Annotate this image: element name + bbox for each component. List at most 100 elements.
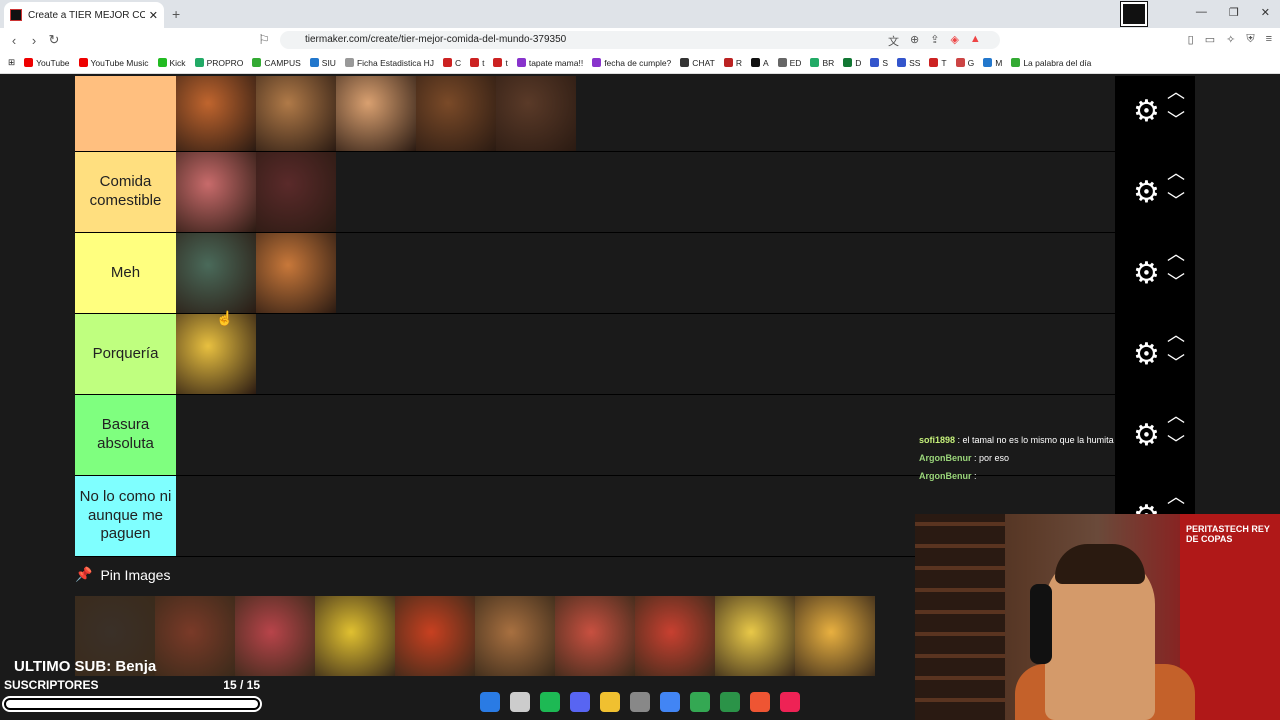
bookmark-item[interactable]: YouTube	[24, 58, 70, 68]
food-image[interactable]	[496, 76, 576, 151]
menu-icon[interactable]: ≡	[1266, 33, 1272, 46]
active-tab[interactable]: Create a TIER MEJOR COMIDA DEL... ✕	[4, 2, 164, 28]
bookmark-item[interactable]: A	[750, 58, 769, 68]
bookmark-item[interactable]: CHAT	[680, 58, 715, 68]
chevron-up-icon[interactable]: ︿	[1167, 83, 1185, 101]
pin-food-image[interactable]	[795, 596, 875, 676]
bookmark-favicon-icon	[194, 58, 204, 67]
chevron-down-icon[interactable]: ﹀	[1167, 354, 1185, 372]
bookmark-item[interactable]: tapate mama!!	[516, 58, 583, 68]
gear-icon[interactable]: ⚙	[1133, 97, 1160, 127]
forward-icon[interactable]: ›	[24, 33, 44, 48]
bookmark-item[interactable]: Kick	[157, 58, 186, 68]
taskbar-app-icon[interactable]	[750, 692, 770, 712]
chevron-up-icon[interactable]: ︿	[1167, 245, 1185, 263]
pin-food-image[interactable]	[555, 596, 635, 676]
bookmark-item[interactable]: SS	[897, 58, 920, 68]
pin-food-image[interactable]	[635, 596, 715, 676]
bookmark-item[interactable]: Ficha Estadistica HJ	[344, 58, 434, 68]
tier-row: Meh	[75, 233, 1115, 314]
vpn-icon[interactable]: ⛨	[1246, 33, 1254, 46]
tier-label[interactable]: Meh	[75, 233, 176, 313]
tier-label[interactable]	[75, 76, 176, 151]
taskbar-app-icon[interactable]	[660, 692, 680, 712]
bookmark-item[interactable]: fecha de cumple?	[592, 58, 671, 68]
bookmark-item[interactable]: S	[870, 58, 888, 68]
chevron-down-icon[interactable]: ﹀	[1167, 111, 1185, 129]
bookmark-icon[interactable]: ⚐	[254, 32, 274, 48]
chevron-up-icon[interactable]: ︿	[1167, 326, 1185, 344]
bookmark-item[interactable]: YouTube Music	[78, 58, 149, 68]
taskbar-app-icon[interactable]	[570, 692, 590, 712]
bookmark-item[interactable]: M	[983, 58, 1002, 68]
bookmark-favicon-icon	[344, 58, 354, 67]
rewards-icon[interactable]: ▲	[970, 33, 981, 49]
back-icon[interactable]: ‹	[4, 33, 24, 48]
ai-icon[interactable]: ✧	[1226, 33, 1235, 46]
chevron-up-icon[interactable]: ︿	[1167, 164, 1185, 182]
bookmark-item[interactable]: C	[442, 58, 461, 68]
close-tab-icon[interactable]: ✕	[149, 9, 158, 22]
gear-icon[interactable]: ⚙	[1133, 178, 1160, 208]
tier-label[interactable]: Basura absoluta	[75, 395, 176, 475]
pin-food-image[interactable]	[475, 596, 555, 676]
chat-message: sofi1898 : el tamal no es lo mismo que l…	[915, 433, 1280, 451]
food-image[interactable]	[176, 152, 256, 232]
tier-label[interactable]: No lo como ni aunque me paguen	[75, 476, 176, 556]
maximize-button[interactable]: ❐	[1229, 6, 1239, 19]
pin-food-image[interactable]	[315, 596, 395, 676]
food-image[interactable]	[416, 76, 496, 151]
brave-shield-icon[interactable]: ◈	[950, 33, 958, 49]
bookmark-item[interactable]: CAMPUS	[252, 58, 301, 68]
new-tab-button[interactable]: +	[172, 6, 180, 22]
gear-icon[interactable]: ⚙	[1133, 340, 1160, 370]
bookmark-label: BR	[822, 57, 835, 68]
bookmark-item[interactable]: t	[493, 58, 508, 68]
taskbar-app-icon[interactable]	[540, 692, 560, 712]
chevron-up-icon[interactable]: ︿	[1167, 407, 1185, 425]
food-image[interactable]	[336, 76, 416, 151]
chevron-down-icon[interactable]: ﹀	[1167, 273, 1185, 291]
apps-icon[interactable]: ⊞	[8, 57, 15, 68]
bookmark-item[interactable]: PROPRO	[194, 58, 243, 68]
chevron-down-icon[interactable]: ﹀	[1167, 192, 1185, 210]
taskbar-app-icon[interactable]	[780, 692, 800, 712]
taskbar-app-icon[interactable]	[720, 692, 740, 712]
pin-food-image[interactable]	[155, 596, 235, 676]
pin-food-image[interactable]	[395, 596, 475, 676]
bookmark-item[interactable]: BR	[810, 58, 834, 68]
bookmark-item[interactable]: R	[723, 58, 742, 68]
pin-food-image[interactable]	[715, 596, 795, 676]
taskbar-app-icon[interactable]	[600, 692, 620, 712]
minimize-button[interactable]: —	[1196, 6, 1207, 19]
reload-icon[interactable]: ↻	[44, 32, 64, 48]
food-image[interactable]	[256, 233, 336, 313]
tier-label[interactable]: Comida comestible	[75, 152, 176, 232]
taskbar-app-icon[interactable]	[510, 692, 530, 712]
bookmark-favicon-icon	[309, 58, 319, 67]
bookmark-item[interactable]: G	[955, 58, 974, 68]
taskbar-app-icon[interactable]	[690, 692, 710, 712]
zoom-icon[interactable]: ⊕	[910, 33, 919, 49]
gear-icon[interactable]: ⚙	[1133, 259, 1160, 289]
food-image[interactable]	[176, 233, 256, 313]
food-image[interactable]	[176, 76, 256, 151]
pin-food-image[interactable]	[235, 596, 315, 676]
translate-icon[interactable]: 文	[888, 33, 899, 49]
chevron-up-icon[interactable]: ︿	[1167, 488, 1185, 506]
close-window-button[interactable]: ✕	[1261, 6, 1270, 19]
bookmark-item[interactable]: D	[843, 58, 861, 68]
sidebar-icon[interactable]: ▯	[1188, 33, 1194, 46]
taskbar-app-icon[interactable]	[480, 692, 500, 712]
bookmark-item[interactable]: ED	[777, 58, 801, 68]
share-icon[interactable]: ⇪	[930, 33, 939, 49]
bookmark-item[interactable]: T	[929, 58, 947, 68]
bookmark-item[interactable]: SIU	[309, 58, 336, 68]
taskbar-app-icon[interactable]	[630, 692, 650, 712]
food-image[interactable]	[256, 152, 336, 232]
wallet-icon[interactable]: ▭	[1205, 33, 1215, 46]
food-image[interactable]	[256, 76, 336, 151]
bookmark-item[interactable]: La palabra del día	[1011, 58, 1091, 68]
bookmark-item[interactable]: t	[470, 58, 484, 68]
tier-label[interactable]: Porquería	[75, 314, 176, 394]
